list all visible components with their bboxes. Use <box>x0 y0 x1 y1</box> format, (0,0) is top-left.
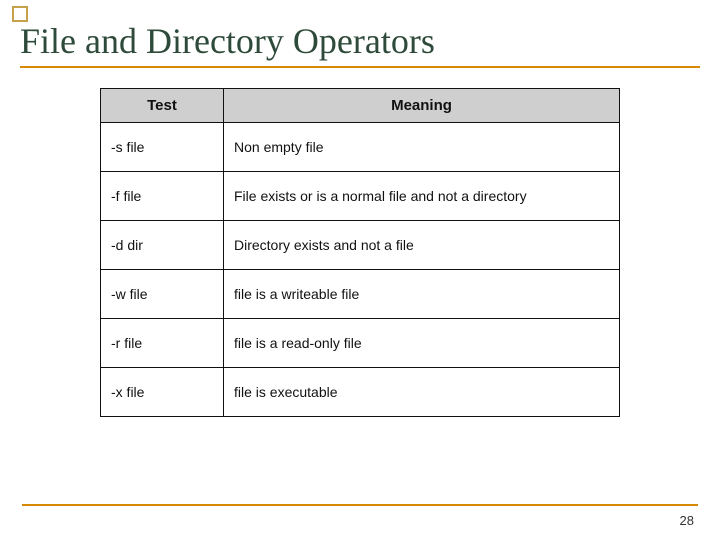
title-accent-square <box>12 6 28 22</box>
table-row: -r file file is a read-only file <box>101 319 620 368</box>
cell-meaning: file is a writeable file <box>224 270 620 319</box>
cell-test: -x file <box>101 368 224 417</box>
cell-meaning: file is executable <box>224 368 620 417</box>
cell-test: -d dir <box>101 221 224 270</box>
table-row: -w file file is a writeable file <box>101 270 620 319</box>
page-title: File and Directory Operators <box>20 20 700 62</box>
table-row: -s file Non empty file <box>101 123 620 172</box>
cell-meaning: Directory exists and not a file <box>224 221 620 270</box>
title-rule <box>20 66 700 68</box>
cell-test: -r file <box>101 319 224 368</box>
title-block: File and Directory Operators <box>0 0 720 74</box>
cell-test: -w file <box>101 270 224 319</box>
cell-test: -s file <box>101 123 224 172</box>
cell-meaning: file is a read-only file <box>224 319 620 368</box>
cell-meaning: File exists or is a normal file and not … <box>224 172 620 221</box>
table-row: -f file File exists or is a normal file … <box>101 172 620 221</box>
col-header-test: Test <box>101 89 224 123</box>
cell-test: -f file <box>101 172 224 221</box>
table-header-row: Test Meaning <box>101 89 620 123</box>
page-number: 28 <box>680 513 694 528</box>
table-row: -x file file is executable <box>101 368 620 417</box>
operators-table: Test Meaning -s file Non empty file -f f… <box>100 88 620 417</box>
footer-rule <box>22 504 698 506</box>
table-row: -d dir Directory exists and not a file <box>101 221 620 270</box>
col-header-meaning: Meaning <box>224 89 620 123</box>
cell-meaning: Non empty file <box>224 123 620 172</box>
